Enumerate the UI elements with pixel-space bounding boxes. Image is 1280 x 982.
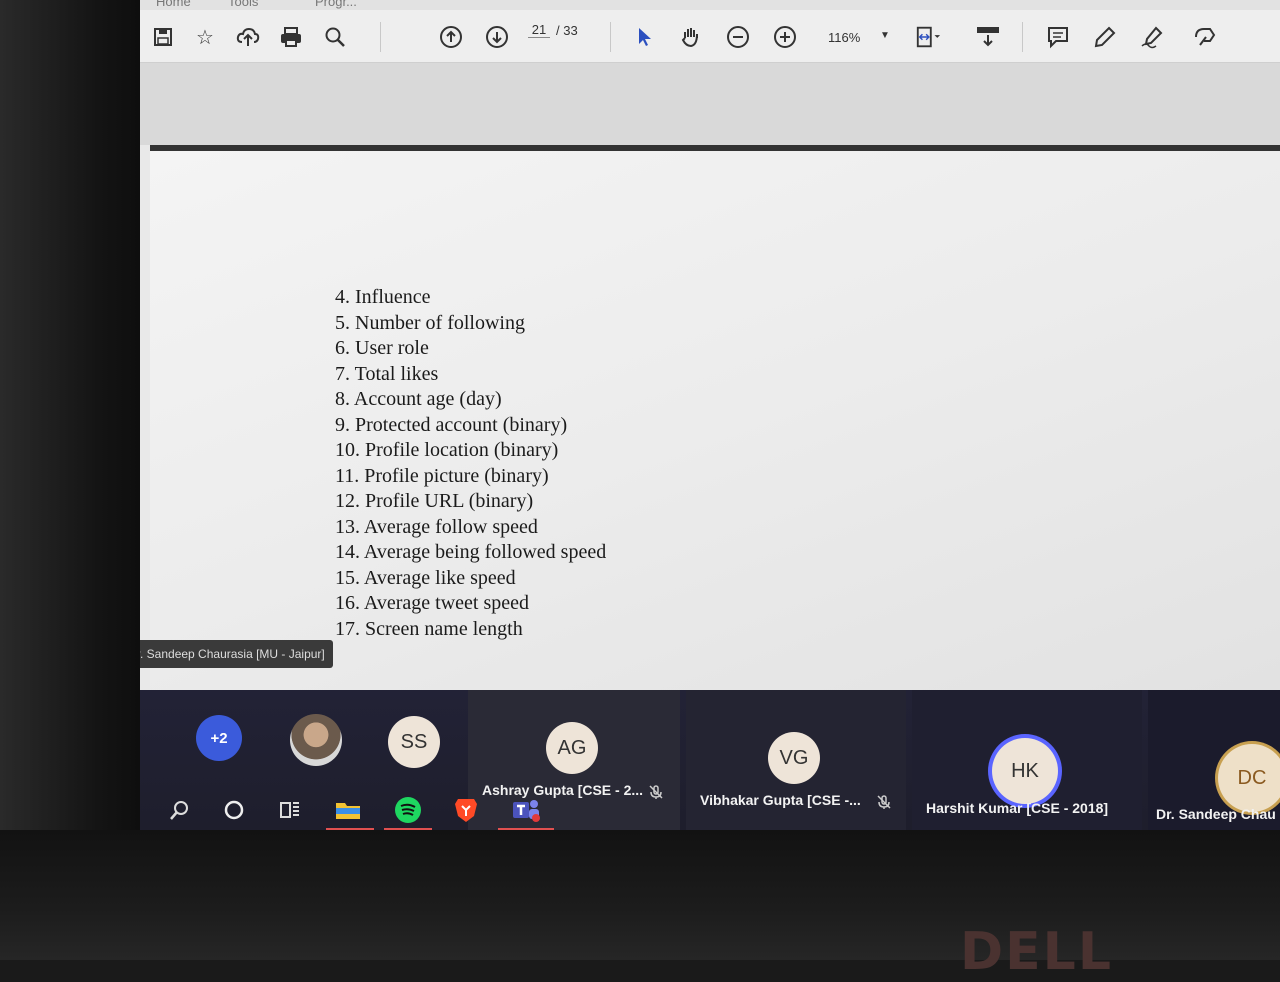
- scroll-icon[interactable]: [975, 24, 1001, 50]
- file-explorer-icon[interactable]: [332, 794, 364, 826]
- feature-list: 4. Influence 5. Number of following 6. U…: [335, 285, 606, 642]
- search-icon[interactable]: [322, 24, 348, 50]
- page-down-icon[interactable]: [484, 24, 510, 50]
- page-number-input[interactable]: 21: [528, 22, 550, 38]
- toolbar-separator: [610, 22, 611, 52]
- list-item: 13. Average follow speed: [335, 515, 538, 538]
- list-item: 6. User role: [335, 337, 429, 359]
- menu-strip: Home Tools Progr...: [140, 0, 1280, 10]
- page-up-icon[interactable]: [438, 24, 464, 50]
- list-item: 15. Average like speed: [335, 566, 516, 589]
- list-item: 17. Screen name length: [335, 617, 523, 640]
- more-participants-button[interactable]: +2: [196, 715, 242, 761]
- brave-icon[interactable]: [450, 794, 482, 826]
- list-item: 16. Average tweet speed: [335, 592, 529, 614]
- spotify-icon[interactable]: [392, 794, 424, 826]
- highlight-icon[interactable]: [1092, 24, 1118, 50]
- comment-icon[interactable]: [1045, 24, 1071, 50]
- list-item: 14. Average being followed speed: [335, 541, 607, 563]
- hand-icon[interactable]: [678, 24, 704, 50]
- menu-home[interactable]: Home: [156, 0, 191, 9]
- print-icon[interactable]: [278, 24, 304, 50]
- active-indicator: [326, 828, 374, 830]
- active-indicator: [498, 828, 554, 830]
- sign-icon[interactable]: [1140, 24, 1166, 50]
- cortana-icon[interactable]: [218, 794, 250, 826]
- dell-logo: DELL: [960, 922, 1113, 982]
- cursor-icon[interactable]: [632, 24, 658, 50]
- save-icon[interactable]: [150, 24, 176, 50]
- share-icon[interactable]: [1192, 24, 1218, 50]
- list-item: 9. Protected account (binary): [335, 413, 568, 436]
- menu-document-tab[interactable]: Progr...: [315, 0, 357, 9]
- windows-taskbar: [140, 790, 1280, 830]
- list-item: 11. Profile picture (binary): [335, 464, 549, 487]
- list-item: 5. Number of following: [335, 311, 525, 334]
- task-view-icon[interactable]: [274, 794, 306, 826]
- active-indicator: [384, 828, 432, 830]
- list-item: 12. Profile URL (binary): [335, 490, 534, 512]
- list-item: 4. Influence: [335, 286, 431, 308]
- search-icon[interactable]: [164, 794, 196, 826]
- windows-icon[interactable]: [140, 794, 144, 826]
- upload-icon[interactable]: [235, 24, 261, 50]
- star-icon[interactable]: ☆: [192, 24, 218, 50]
- menu-tools[interactable]: Tools: [228, 0, 258, 9]
- pdf-page: 4. Influence 5. Number of following 6. U…: [150, 145, 1280, 690]
- list-item: 10. Profile location (binary): [335, 439, 559, 461]
- participant-photo-avatar[interactable]: [290, 714, 342, 766]
- page-rule: [150, 145, 1280, 151]
- zoom-level[interactable]: 116%: [828, 30, 860, 45]
- page-gap: [140, 63, 1280, 145]
- fit-page-icon[interactable]: [915, 24, 941, 50]
- list-item: 7. Total likes: [335, 362, 439, 385]
- list-item: 8. Account age (day): [335, 388, 502, 410]
- page-navigator: 21 / 33: [528, 22, 578, 38]
- screen: Home Tools Progr... ☆ 21 / 33 116% ▼ 4. …: [140, 0, 1280, 830]
- participant-avatar: AG: [546, 722, 598, 774]
- toolbar-separator: [1022, 22, 1023, 52]
- toolbar-separator: [380, 22, 381, 52]
- zoom-in-icon[interactable]: [772, 24, 798, 50]
- presenter-label: Dr. Sandeep Chaurasia [MU - Jaipur]: [140, 640, 333, 668]
- page-total: / 33: [556, 22, 578, 38]
- teams-icon[interactable]: [510, 794, 542, 826]
- pdf-toolbar: ☆ 21 / 33 116% ▼: [140, 10, 1280, 63]
- participant-avatar: VG: [768, 732, 820, 784]
- zoom-out-icon[interactable]: [725, 24, 751, 50]
- monitor-bezel-left: [0, 0, 140, 960]
- participant-avatar[interactable]: SS: [388, 716, 440, 768]
- chevron-down-icon[interactable]: ▼: [880, 30, 890, 41]
